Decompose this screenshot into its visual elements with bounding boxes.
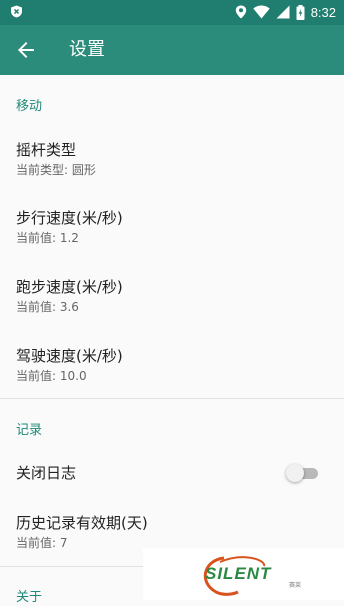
setting-drive-speed[interactable]: 驾驶速度(米/秒) 当前值: 10.0 (0, 346, 344, 386)
section-divider (0, 398, 344, 399)
section-header-records: 记录 (16, 423, 43, 438)
setting-title: 关闭日志 (16, 464, 77, 482)
watermark-logo: SILENT 赛莱 (143, 548, 344, 600)
section-header-about: 关于 (16, 590, 43, 605)
setting-title: 历史记录有效期(天) (16, 514, 148, 532)
wifi-icon (252, 5, 270, 19)
watermark-subtext: 赛莱 (289, 582, 302, 589)
location-icon (235, 5, 246, 19)
setting-summary: 当前值: 1.2 (16, 231, 79, 245)
setting-history-retention[interactable]: 历史记录有效期(天) 当前值: 7 (0, 513, 344, 553)
setting-title: 驾驶速度(米/秒) (16, 347, 123, 365)
status-bar: 8:32 (0, 0, 344, 25)
setting-title: 跑步速度(米/秒) (16, 278, 123, 296)
disable-log-toggle[interactable] (286, 464, 320, 482)
app-bar: 设置 (0, 25, 344, 75)
setting-summary: 当前值: 3.6 (16, 300, 79, 314)
setting-summary: 当前值: 10.0 (16, 369, 87, 383)
setting-title: 摇杆类型 (16, 141, 77, 159)
setting-joystick-type[interactable]: 摇杆类型 当前类型: 圆形 (0, 140, 344, 180)
setting-summary: 当前类型: 圆形 (16, 163, 96, 177)
section-header-movement: 移动 (16, 99, 43, 114)
shield-x-icon (11, 5, 22, 18)
battery-icon (296, 4, 305, 20)
arrow-back-icon[interactable] (14, 38, 38, 62)
setting-run-speed[interactable]: 跑步速度(米/秒) 当前值: 3.6 (0, 277, 344, 317)
toggle-thumb (286, 464, 304, 482)
page-title: 设置 (69, 39, 105, 60)
watermark-text: SILENT (205, 564, 272, 583)
setting-walk-speed[interactable]: 步行速度(米/秒) 当前值: 1.2 (0, 208, 344, 248)
setting-title: 步行速度(米/秒) (16, 209, 123, 227)
signal-icon (276, 5, 290, 19)
setting-summary: 当前值: 7 (16, 536, 68, 550)
status-time: 8:32 (310, 4, 336, 20)
